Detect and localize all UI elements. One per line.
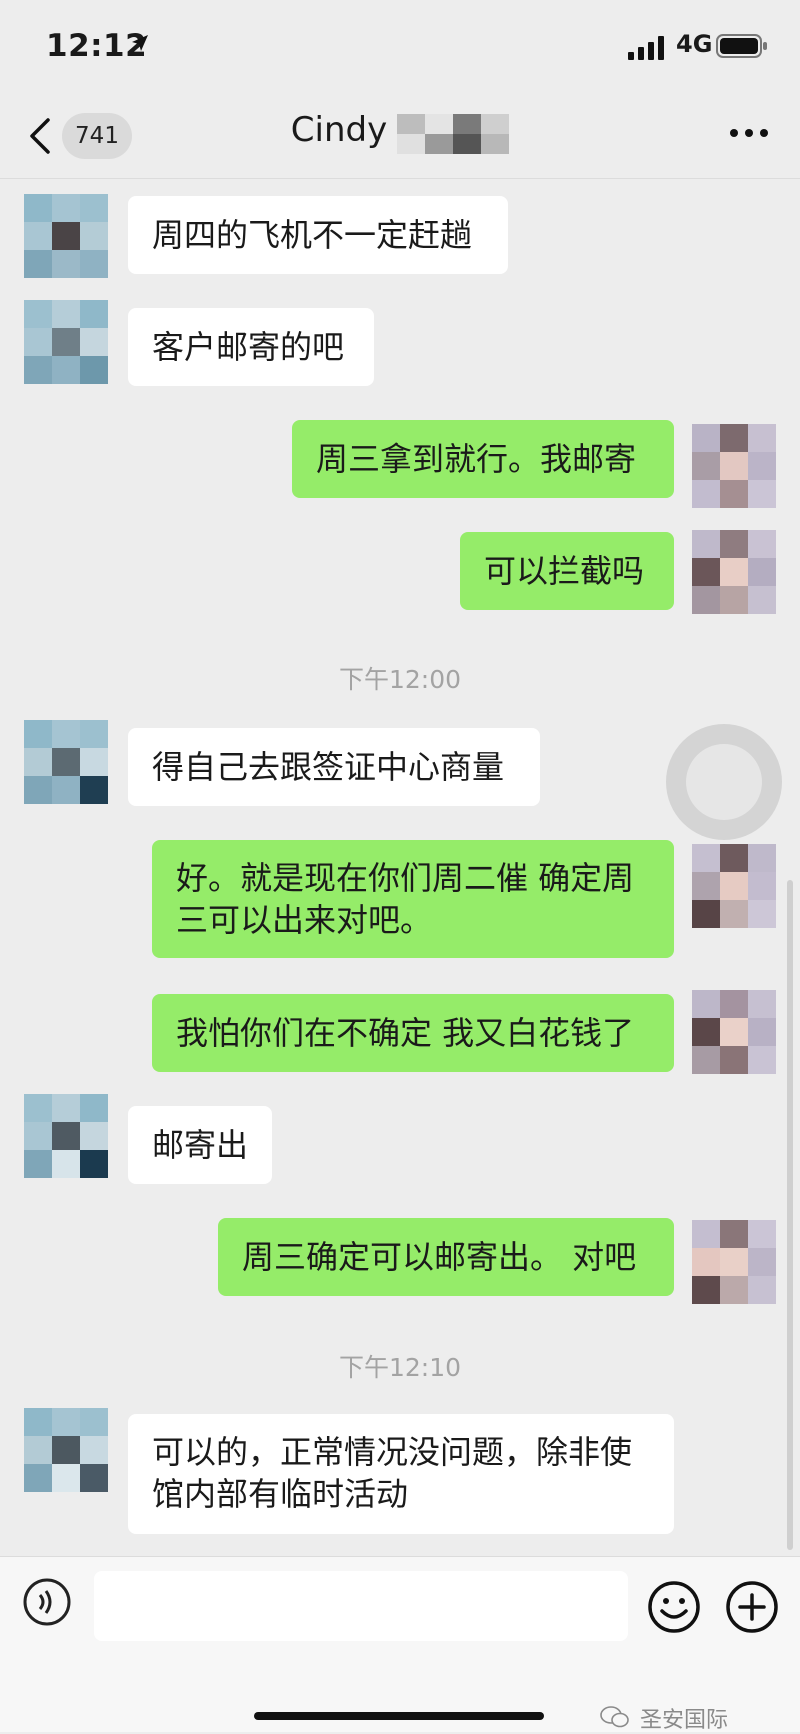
battery-icon — [716, 34, 767, 58]
avatar[interactable] — [24, 194, 108, 278]
message-text: 周三确定可以邮寄出。 对吧 — [242, 1238, 637, 1276]
scrollbar[interactable] — [787, 880, 793, 1550]
wechat-icon — [600, 1706, 629, 1728]
signal-icon — [628, 36, 664, 60]
message-bubble-incoming[interactable]: 邮寄出 — [128, 1106, 272, 1184]
message-bubble-incoming[interactable]: 可以的，正常情况没问题，除非使 馆内部有临时活动 — [128, 1414, 674, 1534]
avatar[interactable] — [692, 530, 776, 614]
emoji-icon[interactable] — [646, 1579, 702, 1635]
message-text: 邮寄出 — [152, 1126, 249, 1164]
message-text: 我怕你们在不确定 我又白花钱了 — [176, 1014, 635, 1052]
avatar[interactable] — [24, 720, 108, 804]
plus-icon[interactable] — [724, 1579, 780, 1635]
message-text-line: 好。就是现在你们周二催 确定周 — [176, 859, 635, 897]
chat-title-wrap: Cindy — [0, 110, 800, 157]
status-bar: 12:12 4G — [0, 0, 800, 96]
chat-title: Cindy — [290, 110, 388, 150]
message-bubble-outgoing[interactable]: 我怕你们在不确定 我又白花钱了 — [152, 994, 674, 1072]
message-text: 得自己去跟签证中心商量 — [152, 748, 505, 786]
message-text: 客户邮寄的吧 — [152, 328, 345, 366]
message-bubble-incoming[interactable]: 周四的飞机不一定赶趟 — [128, 196, 508, 274]
message-text: 可以拦截吗 — [484, 552, 645, 590]
avatar[interactable] — [692, 424, 776, 508]
message-bubble-incoming[interactable]: 得自己去跟签证中心商量 — [128, 728, 540, 806]
avatar[interactable] — [24, 1094, 108, 1178]
message-text: 周四的飞机不一定赶趟 — [152, 216, 473, 254]
avatar[interactable] — [24, 1408, 108, 1492]
timestamp: 下午12:10 — [338, 1353, 462, 1382]
message-bubble-outgoing[interactable]: 好。就是现在你们周二催 确定周 三可以出来对吧。 — [152, 840, 674, 958]
avatar[interactable] — [692, 1220, 776, 1304]
more-icon[interactable] — [726, 124, 772, 142]
chat-header: 741 Cindy — [0, 96, 800, 179]
message-text-line: 可以的，正常情况没问题，除非使 — [152, 1433, 633, 1471]
message-bubble-outgoing[interactable]: 周三确定可以邮寄出。 对吧 — [218, 1218, 674, 1296]
watermark-text: 圣安国际 — [640, 1708, 729, 1733]
message-text: 周三拿到就行。我邮寄 — [316, 440, 637, 478]
message-bubble-outgoing[interactable]: 周三拿到就行。我邮寄 — [292, 420, 674, 498]
home-indicator[interactable] — [254, 1712, 544, 1720]
floating-window-button[interactable] — [666, 724, 782, 840]
avatar[interactable] — [692, 844, 776, 928]
message-bubble-outgoing[interactable]: 可以拦截吗 — [460, 532, 674, 610]
pixelated-name-mosaic — [397, 113, 510, 154]
message-text-line: 馆内部有临时活动 — [152, 1475, 409, 1513]
avatar[interactable] — [692, 990, 776, 1074]
message-bubble-incoming[interactable]: 客户邮寄的吧 — [128, 308, 374, 386]
location-arrow-icon — [132, 35, 148, 51]
message-text-line: 三可以出来对吧。 — [176, 901, 433, 939]
network-type: 4G — [676, 30, 713, 58]
avatar[interactable] — [24, 300, 108, 384]
timestamp: 下午12:00 — [338, 665, 462, 694]
voice-icon[interactable] — [22, 1577, 72, 1627]
message-input[interactable] — [94, 1571, 628, 1641]
